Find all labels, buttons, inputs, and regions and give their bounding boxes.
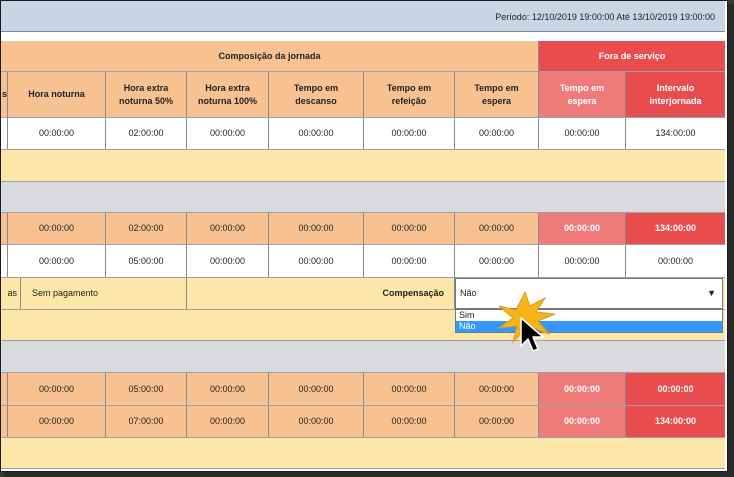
cell-espera-fora: 00:00:00 xyxy=(539,245,626,277)
col-header-interjornada: Intervalo interjornada xyxy=(626,72,725,117)
cell-hora-noturna: 00:00:00 xyxy=(8,245,106,277)
period-bar: Período: 12/10/2019 19:00:00 Até 13/10/2… xyxy=(1,1,725,32)
cell-he50: 07:00:00 xyxy=(106,406,187,437)
cell-espera-fora: 00:00:00 xyxy=(539,118,626,149)
cell-espera: 00:00:00 xyxy=(455,245,539,277)
section-separator xyxy=(1,341,725,373)
chevron-down-icon[interactable]: ▼ xyxy=(707,279,716,308)
cell-he50: 02:00:00 xyxy=(106,118,187,149)
col-header-espera: Tempo em espera xyxy=(455,72,539,117)
cell-refeicao: 00:00:00 xyxy=(364,118,455,149)
col-header-partial: s xyxy=(1,72,8,117)
cell-espera: 00:00:00 xyxy=(455,406,539,437)
compensacao-label: Compensação xyxy=(187,278,455,309)
cell-hora-noturna: 00:00:00 xyxy=(8,213,106,244)
table-row: 00:00:00 02:00:00 00:00:00 00:00:00 00:0… xyxy=(1,213,725,245)
row-spacer xyxy=(1,438,725,469)
cell-descanso: 00:00:00 xyxy=(269,373,364,405)
cell-interjornada: 00:00:00 xyxy=(626,373,725,405)
cell-descanso: 00:00:00 xyxy=(269,406,364,437)
cell-interjornada: 134:00:00 xyxy=(655,128,696,139)
table-row: 00:00:00 02:00:00 00:00:00 00:00:00 00:0… xyxy=(1,118,725,150)
row-spacer xyxy=(1,150,725,182)
cell-he100: 00:00:00 xyxy=(187,118,269,149)
window-shadow-bottom xyxy=(4,472,734,477)
cell-descanso: 00:00:00 xyxy=(269,213,364,244)
cell-he50: 02:00:00 xyxy=(106,213,187,244)
col-header-hora-noturna: Hora noturna xyxy=(8,72,106,117)
cell-interjornada: 00:00:00 xyxy=(657,255,694,266)
section-separator xyxy=(1,182,725,213)
col-header-he50: Hora extra noturna 50% xyxy=(106,72,187,117)
cell-he100: 00:00:00 xyxy=(187,245,269,277)
cell-hora-noturna: 00:00:00 xyxy=(8,406,106,437)
col-header-descanso: Tempo em descanso xyxy=(269,72,364,117)
column-header-row: s Hora noturna Hora extra noturna 50% Ho… xyxy=(1,72,725,118)
cell-interjornada: 134:00:00 xyxy=(626,406,725,437)
cell-espera: 00:00:00 xyxy=(455,118,539,149)
cell-hora-noturna: 00:00:00 xyxy=(8,373,106,405)
cell-espera: 00:00:00 xyxy=(455,213,539,244)
table-row: 00:00:00 05:00:00 00:00:00 00:00:00 00:0… xyxy=(1,245,725,278)
group-fora-servico: Fora de serviço xyxy=(539,41,725,71)
cell-he100: 00:00:00 xyxy=(187,373,269,405)
compensacao-selected-value: Não xyxy=(460,288,477,299)
cell-he100: 00:00:00 xyxy=(187,406,269,437)
cell-refeicao: 00:00:00 xyxy=(364,213,455,244)
cell-espera-fora: 00:00:00 xyxy=(539,406,626,437)
cell-descanso: 00:00:00 xyxy=(269,245,364,277)
table-row: 00:00:00 05:00:00 00:00:00 00:00:00 00:0… xyxy=(1,373,725,406)
cell-descanso: 00:00:00 xyxy=(269,118,364,149)
cell-hora-noturna: 00:00:00 xyxy=(8,118,106,149)
cell-he50: 05:00:00 xyxy=(106,373,187,405)
report-window: Período: 12/10/2019 19:00:00 Até 13/10/2… xyxy=(0,0,728,472)
table-row: 00:00:00 07:00:00 00:00:00 00:00:00 00:0… xyxy=(1,406,725,438)
group-composicao: Composição da jornada xyxy=(1,41,539,71)
col-header-espera-fora: Tempo em espera xyxy=(539,72,626,117)
cell-refeicao: 00:00:00 xyxy=(364,406,455,437)
period-text: Período: 12/10/2019 19:00:00 Até 13/10/2… xyxy=(495,11,715,22)
cursor-arrow-icon xyxy=(497,290,556,352)
cell-espera-fora: 00:00:00 xyxy=(539,373,626,405)
cell-he100: 00:00:00 xyxy=(187,213,269,244)
payment-row: as Sem pagamento Compensação Não ▼ xyxy=(1,278,725,310)
cell-interjornada: 134:00:00 xyxy=(626,213,725,244)
col-header-he100: Hora extra noturna 100% xyxy=(187,72,269,117)
payment-type: Sem pagamento xyxy=(21,278,187,309)
cell-espera-fora: 00:00:00 xyxy=(539,213,626,244)
cell-espera: 00:00:00 xyxy=(455,373,539,405)
payment-partial-label: as xyxy=(1,278,21,309)
cell-refeicao: 00:00:00 xyxy=(364,245,455,277)
col-header-refeicao: Tempo em refeição xyxy=(364,72,455,117)
cell-refeicao: 00:00:00 xyxy=(364,373,455,405)
cell-he50: 05:00:00 xyxy=(106,245,187,277)
group-header-row: Composição da jornada Fora de serviço xyxy=(1,41,725,72)
window-shadow-right xyxy=(728,4,734,477)
